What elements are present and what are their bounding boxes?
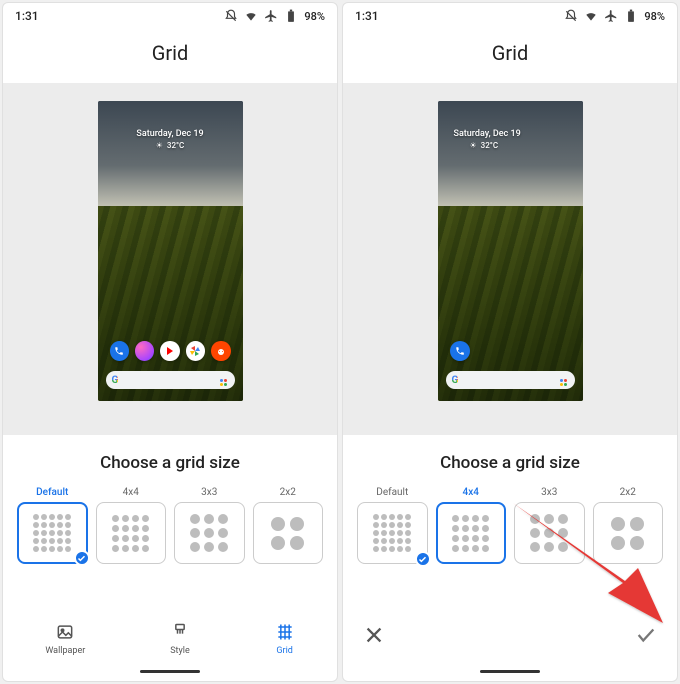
grid-option-4x4[interactable]: 4x4 xyxy=(436,487,507,564)
grid-option-default[interactable]: Default xyxy=(357,487,428,564)
status-bar: 1:31 98% xyxy=(3,3,337,27)
grid-option-default[interactable]: Default xyxy=(17,487,88,564)
airplane-icon xyxy=(604,9,618,23)
bottom-nav: Wallpaper Style Grid xyxy=(3,610,337,664)
chooser-heading: Choose a grid size xyxy=(357,453,663,473)
status-time: 1:31 xyxy=(355,9,379,23)
status-time: 1:31 xyxy=(15,9,39,23)
battery-pct: 98% xyxy=(304,10,325,23)
dnd-icon xyxy=(564,9,578,23)
grid-option-3x3[interactable]: 3x3 xyxy=(514,487,585,564)
check-badge-icon xyxy=(415,551,431,567)
airplane-icon xyxy=(264,9,278,23)
preview-search-bar: G xyxy=(106,371,235,389)
preview-date-widget: Saturday, Dec 19 ☀32°C xyxy=(438,129,583,150)
phone-app-icon xyxy=(450,341,470,361)
grid-chooser: Choose a grid size Default 4x4 3x3 2x2 xyxy=(343,435,677,574)
phone-app-icon xyxy=(110,341,129,361)
grid-option-3x3[interactable]: 3x3 xyxy=(174,487,245,564)
preview-area: Saturday, Dec 19 ☀32°C G xyxy=(343,83,677,435)
nav-wallpaper[interactable]: Wallpaper xyxy=(45,622,85,656)
nav-grid[interactable]: Grid xyxy=(275,622,295,656)
nav-grid-label: Grid xyxy=(276,646,292,656)
page-title: Grid xyxy=(343,27,677,83)
apply-button[interactable] xyxy=(635,624,657,650)
status-icons: 98% xyxy=(224,9,325,23)
messenger-app-icon xyxy=(135,341,154,361)
grid-option-2x2[interactable]: 2x2 xyxy=(253,487,324,564)
grid-option-2x2[interactable]: 2x2 xyxy=(593,487,664,564)
preview-date-widget: Saturday, Dec 19 ☀32°C xyxy=(98,129,243,150)
home-preview: Saturday, Dec 19 ☀32°C G xyxy=(438,101,583,401)
youtube-app-icon xyxy=(160,341,179,361)
home-indicator[interactable] xyxy=(480,670,540,673)
grid-option-4x4[interactable]: 4x4 xyxy=(96,487,167,564)
wifi-icon xyxy=(584,9,598,23)
confirm-bar xyxy=(343,606,677,664)
battery-pct: 98% xyxy=(644,10,665,23)
home-indicator[interactable] xyxy=(140,670,200,673)
preview-search-bar: G xyxy=(446,371,575,389)
photos-app-icon xyxy=(186,341,205,361)
cancel-button[interactable] xyxy=(363,624,385,650)
reddit-app-icon xyxy=(211,341,230,361)
preview-dock xyxy=(446,341,575,361)
nav-style[interactable]: Style xyxy=(170,622,190,656)
grid-chooser: Choose a grid size Default 4x4 3x3 2x2 xyxy=(3,435,337,574)
phone-left: 1:31 98% Grid Saturday, Dec 19 ☀32°C xyxy=(2,2,338,682)
dnd-icon xyxy=(224,9,238,23)
phone-right: 1:31 98% Grid Saturday, Dec 19 ☀32°C G C… xyxy=(342,2,678,682)
status-bar: 1:31 98% xyxy=(343,3,677,27)
nav-wallpaper-label: Wallpaper xyxy=(45,646,85,656)
nav-style-label: Style xyxy=(170,646,190,656)
home-preview: Saturday, Dec 19 ☀32°C G xyxy=(98,101,243,401)
check-badge-icon xyxy=(74,550,90,566)
chooser-heading: Choose a grid size xyxy=(17,453,323,473)
wifi-icon xyxy=(244,9,258,23)
preview-dock xyxy=(106,341,235,361)
battery-icon xyxy=(624,9,638,23)
preview-area: Saturday, Dec 19 ☀32°C G xyxy=(3,83,337,435)
status-icons: 98% xyxy=(564,9,665,23)
page-title: Grid xyxy=(3,27,337,83)
battery-icon xyxy=(284,9,298,23)
